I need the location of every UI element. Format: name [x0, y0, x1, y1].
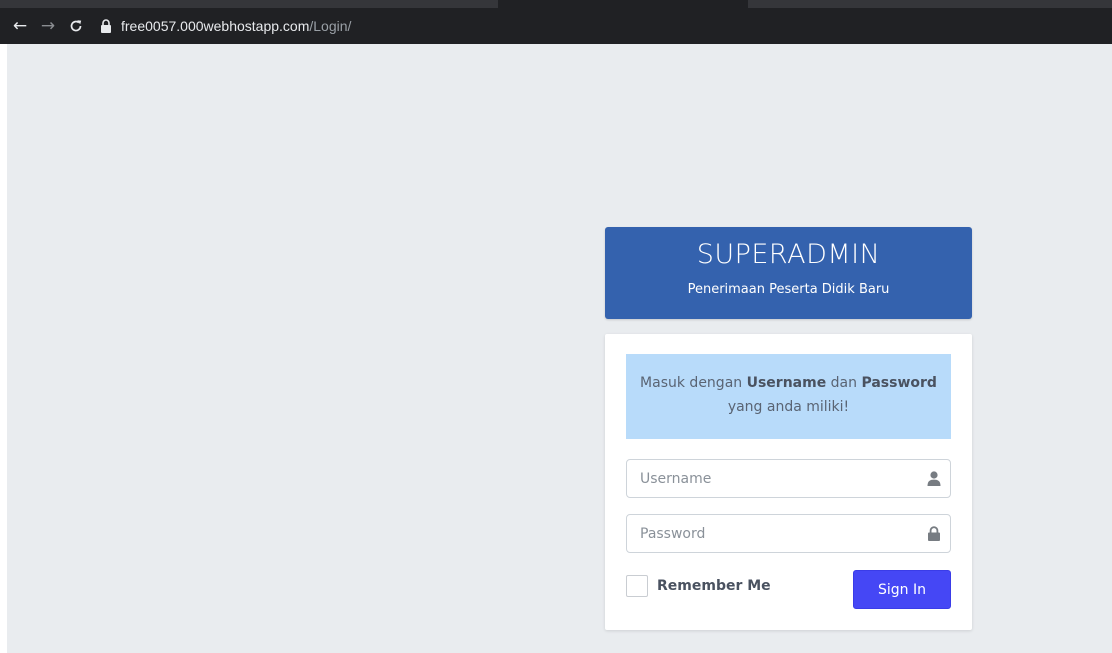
username-field: [626, 459, 951, 498]
info-password-word: Password: [861, 375, 937, 391]
lock-icon: [928, 526, 940, 541]
arrow-left-icon: ←: [12, 16, 28, 36]
tab-strip: [0, 0, 1112, 8]
arrow-right-icon: →: [40, 16, 56, 36]
reload-icon: [70, 20, 82, 32]
lock-icon[interactable]: [100, 19, 112, 33]
page-subtitle: Penerimaan Peserta Didik Baru: [687, 282, 890, 297]
url-domain: free0057.000webhostapp.com: [121, 18, 310, 34]
page-viewport: SUPERADMIN Penerimaan Peserta Didik Baru…: [7, 44, 1112, 653]
url-path: /Login/: [309, 18, 352, 34]
sign-in-button[interactable]: Sign In: [853, 570, 951, 609]
user-icon: [927, 471, 941, 486]
forward-button[interactable]: →: [34, 12, 62, 40]
login-info-alert: Masuk dengan Username dan Password yang …: [626, 354, 951, 439]
password-input[interactable]: [627, 515, 907, 552]
remember-me: Remember Me: [626, 575, 771, 597]
info-username-word: Username: [746, 375, 827, 391]
username-input[interactable]: [627, 460, 907, 497]
remember-me-label[interactable]: Remember Me: [657, 578, 771, 594]
info-text-prefix: Masuk dengan: [640, 375, 747, 391]
login-header: SUPERADMIN Penerimaan Peserta Didik Baru: [605, 227, 972, 319]
address-bar[interactable]: free0057.000webhostapp.com/Login/: [100, 12, 351, 40]
password-field: [626, 514, 951, 553]
info-text-middle: dan: [826, 375, 862, 391]
active-tab[interactable]: [498, 0, 748, 8]
reload-button[interactable]: [62, 12, 90, 40]
browser-toolbar: ← → free0057.000webhostapp.com/Login/: [0, 8, 1112, 44]
login-card: Masuk dengan Username dan Password yang …: [605, 334, 972, 630]
remember-me-checkbox[interactable]: [626, 575, 648, 597]
page-title: SUPERADMIN: [696, 239, 881, 270]
browser-chrome: ← → free0057.000webhostapp.com/Login/: [0, 0, 1112, 44]
back-button[interactable]: ←: [6, 12, 34, 40]
info-text-suffix: yang anda miliki!: [727, 399, 850, 415]
